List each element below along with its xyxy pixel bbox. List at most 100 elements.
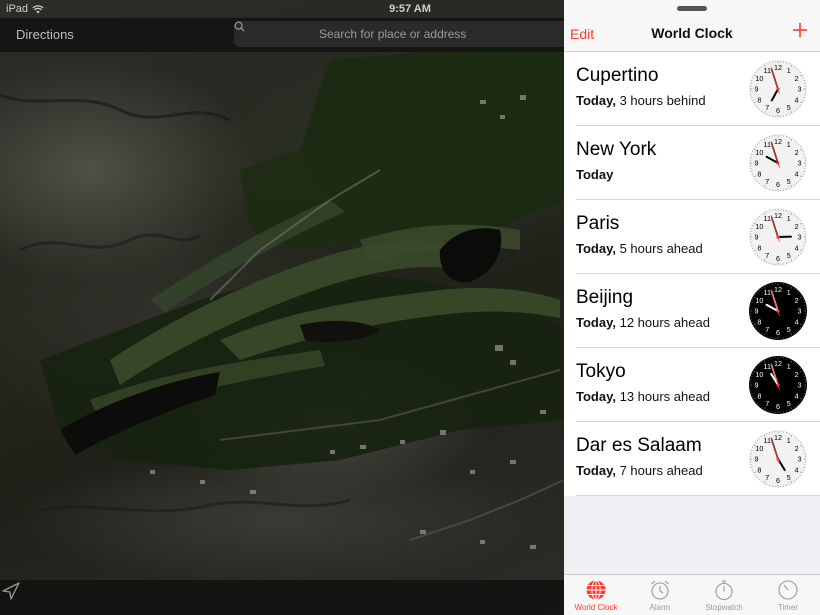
offset-label: 7 hours ahead (619, 463, 703, 478)
clock-row[interactable]: New York Today 1 2 3 4 5 6 7 8 9 10 11 12 (564, 126, 820, 200)
offset-label: 3 hours behind (619, 93, 706, 108)
offset-label: 12 hours ahead (619, 315, 710, 330)
clock-numeral: 10 (755, 74, 763, 83)
clock-numeral: 12 (774, 137, 782, 146)
clock-row[interactable]: Beijing Today, 12 hours ahead 12 3456789 1… (564, 274, 820, 348)
location-arrow-icon[interactable] (0, 580, 22, 602)
city-name: Tokyo (576, 361, 626, 382)
clock-numeral: 2 (795, 370, 799, 379)
clock-numeral: 1 (787, 288, 791, 297)
status-bar: iPad 9:57 AM (0, 0, 820, 18)
analog-clock-icon: 1234567891011 12 (749, 282, 807, 340)
time-offset: Today, 12 hours ahead (576, 315, 710, 330)
clock-numeral: 11 (764, 362, 771, 371)
search-icon (234, 21, 245, 32)
clock-numeral: 9 (755, 307, 759, 316)
clock-numeral: 1 (787, 66, 791, 75)
satellite-imagery (0, 40, 564, 549)
analog-clock-icon: 1234567891011 12 (749, 430, 807, 488)
clock-center (776, 87, 780, 91)
city-name: Beijing (576, 287, 634, 308)
clock-numeral: 10 (755, 222, 763, 231)
clock-numeral: 7 (765, 177, 769, 186)
clock-numeral: 12 (774, 63, 782, 72)
analog-clock-icon: 1234567891011 12 (749, 60, 807, 118)
city-name: New York (576, 139, 657, 160)
clock-numeral: 3 (798, 159, 802, 168)
clock-numeral: 7 (765, 103, 769, 112)
clock-numeral: 8 (757, 465, 761, 474)
clock-numeral: 4 (795, 169, 799, 178)
clock-numeral: 12 (774, 433, 782, 442)
clock-row[interactable]: Dar es Salaam Today, 7 hours ahead 12 345… (564, 422, 820, 496)
globe-icon (586, 580, 606, 600)
time-offset: Today, 5 hours ahead (576, 241, 703, 256)
satellite-map[interactable]: Directions (0, 0, 564, 615)
clock-center (776, 383, 780, 387)
clock-numeral: 11 (764, 214, 771, 223)
clock-numeral: 12 (774, 359, 782, 368)
clock-row[interactable]: Paris Today, 5 hours ahead 1 2 3 4 5 6 7 8 9 10 11… (564, 200, 820, 274)
day-label: Today, (576, 315, 616, 330)
clock-numeral: 4 (795, 243, 799, 252)
tab-world-clock[interactable]: World Clock (564, 575, 628, 615)
clock-numeral: 6 (776, 254, 780, 263)
clock-row[interactable]: Tokyo Today, 13 hours ahead 1 2 3 4 5 6 7 8 9 10 1… (564, 348, 820, 422)
directions-button[interactable]: Directions (16, 27, 74, 42)
clock-numeral: 8 (757, 317, 761, 326)
city-name: Cupertino (576, 65, 659, 86)
clock-center (776, 309, 780, 313)
clock-numeral: 11 (764, 436, 771, 445)
clock-numeral: 2 (795, 74, 799, 83)
time-offset: Today, 3 hours behind (576, 93, 706, 108)
city-name: Dar es Salaam (576, 435, 702, 456)
clock-numeral: 2 (795, 444, 799, 453)
search-input[interactable] (319, 27, 479, 41)
time-offset: Today, 7 hours ahead (576, 463, 703, 478)
stopwatch-icon (715, 580, 733, 601)
clock-numeral: 8 (757, 169, 761, 178)
clock-numeral: 10 (755, 370, 763, 379)
tab-timer[interactable]: Timer (756, 575, 820, 615)
clock-numeral: 7 (765, 399, 769, 408)
clock-numeral: 7 (765, 251, 769, 260)
clock-numeral: 10 (755, 444, 763, 453)
clock-numeral: 9 (755, 159, 759, 168)
day-label: Today, (576, 463, 616, 478)
clock-numeral: 2 (795, 296, 799, 305)
clock-center (776, 235, 780, 239)
clock-numeral: 12 (774, 285, 782, 294)
map-bottom-bar (0, 580, 564, 615)
clock-numeral: 12 (774, 211, 782, 220)
world-clock-panel: Edit World Clock Cupertino Today, 3 hour… (564, 0, 820, 615)
clock-numeral: 4 (795, 95, 799, 104)
clock-numeral: 9 (755, 455, 759, 464)
clock-numeral: 11 (764, 288, 771, 297)
clock-numeral: 9 (755, 85, 759, 94)
clock-numeral: 5 (787, 177, 791, 186)
analog-clock-icon: 1234567891011 12 (749, 208, 807, 266)
day-label: Today, (576, 93, 616, 108)
search-field[interactable] (234, 21, 564, 47)
day-label: Today (576, 167, 614, 182)
clock-numeral: 10 (755, 148, 763, 157)
tab-alarm[interactable]: Alarm (628, 575, 692, 615)
clock-row[interactable]: Cupertino Today, 3 hours behind 12 345678… (564, 52, 820, 126)
tab-label: Alarm (649, 603, 671, 612)
clock-numeral: 8 (757, 95, 761, 104)
page-title: World Clock (651, 25, 733, 41)
add-icon[interactable] (792, 22, 808, 38)
clock-numeral: 5 (787, 473, 791, 482)
analog-clock-icon: 1234567891011 12 (749, 134, 807, 192)
tab-label: Timer (777, 603, 799, 612)
clock-numeral: 6 (776, 328, 780, 337)
clock-numeral: 6 (776, 106, 780, 115)
clock-numeral: 3 (798, 233, 802, 242)
clock-list: Cupertino Today, 3 hours behind 12345678… (564, 52, 820, 496)
tab-stopwatch[interactable]: Stopwatch (692, 575, 756, 615)
clock-numeral: 3 (798, 381, 802, 390)
clock-center (776, 457, 780, 461)
clock-numeral: 6 (776, 476, 780, 485)
day-label: Today, (576, 389, 616, 404)
clock-center (776, 161, 780, 165)
